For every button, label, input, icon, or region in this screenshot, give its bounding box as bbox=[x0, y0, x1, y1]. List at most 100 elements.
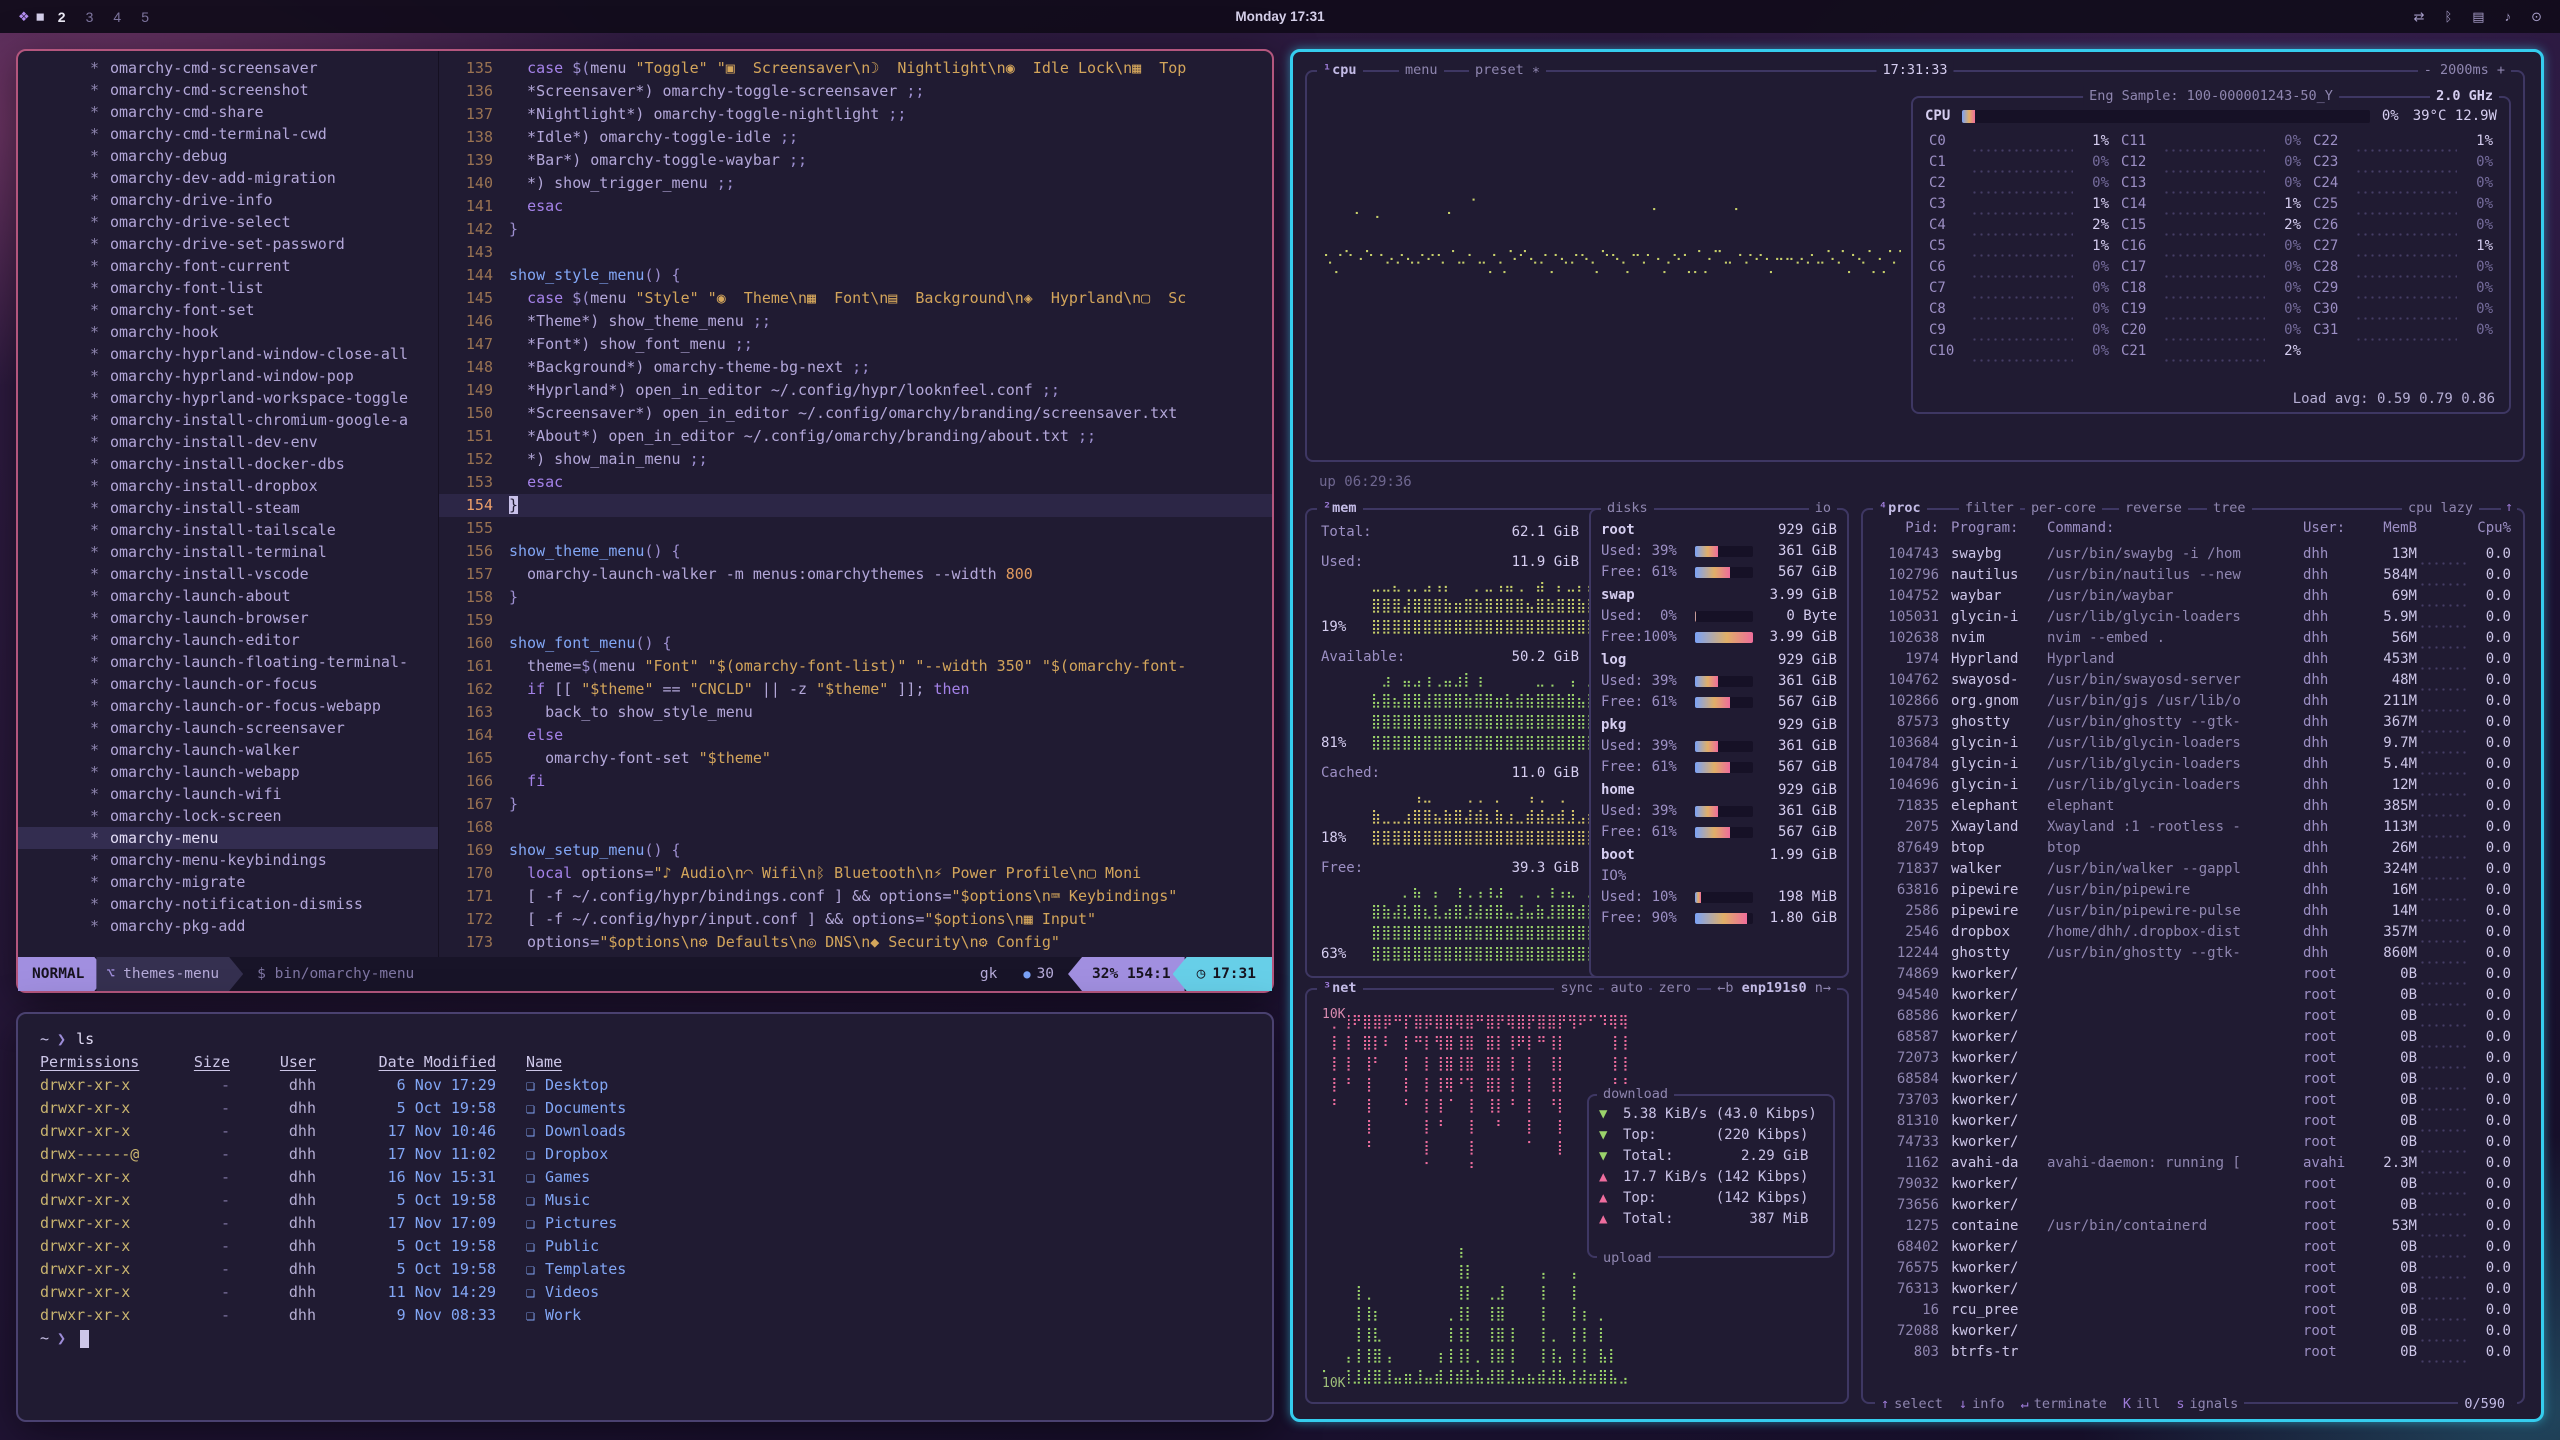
process-row[interactable]: 87649btopbtopdhh26M0.0 bbox=[1875, 838, 2511, 859]
file-row[interactable]: *omarchy-hyprland-window-close-all bbox=[18, 343, 438, 365]
process-row[interactable]: 72073kworker/root0B0.0 bbox=[1875, 1048, 2511, 1069]
file-row[interactable]: *omarchy-font-current bbox=[18, 255, 438, 277]
process-row[interactable]: 79032kworker/root0B0.0 bbox=[1875, 1174, 2511, 1195]
code-line[interactable]: 155 bbox=[439, 517, 1272, 540]
process-row[interactable]: 73703kworker/root0B0.0 bbox=[1875, 1090, 2511, 1111]
file-row[interactable]: *omarchy-menu bbox=[18, 827, 438, 849]
net-sync-toggle[interactable]: sync bbox=[1554, 978, 1599, 998]
code-line[interactable]: 146 *Theme*) show_theme_menu ;; bbox=[439, 310, 1272, 333]
file-row[interactable]: *omarchy-install-dev-env bbox=[18, 431, 438, 453]
file-row[interactable]: *omarchy-cmd-screensaver bbox=[18, 57, 438, 79]
process-row[interactable]: 105031glycin-i/usr/lib/glycin-loadersdhh… bbox=[1875, 607, 2511, 628]
code-line[interactable]: 170 local options="♪ Audio\n◠ Wifi\nᛒ Bl… bbox=[439, 862, 1272, 885]
file-row[interactable]: *omarchy-pkg-add bbox=[18, 915, 438, 937]
legend-item[interactable]: signals bbox=[2176, 1394, 2238, 1414]
file-row[interactable]: *omarchy-launch-wifi bbox=[18, 783, 438, 805]
file-row[interactable]: *omarchy-install-steam bbox=[18, 497, 438, 519]
process-row[interactable]: 76575kworker/root0B0.0 bbox=[1875, 1258, 2511, 1279]
code-line[interactable]: 158} bbox=[439, 586, 1272, 609]
file-row[interactable]: *omarchy-install-chromium-google-a bbox=[18, 409, 438, 431]
process-row[interactable]: 1974HyprlandHyprlanddhh453M0.0 bbox=[1875, 649, 2511, 670]
process-row[interactable]: 68586kworker/root0B0.0 bbox=[1875, 1006, 2511, 1027]
code-line[interactable]: 161 theme=$(menu "Font" "$(omarchy-font-… bbox=[439, 655, 1272, 678]
file-row[interactable]: *omarchy-launch-webapp bbox=[18, 761, 438, 783]
code-line[interactable]: 149 *Hyprland*) open_in_editor ~/.config… bbox=[439, 379, 1272, 402]
process-row[interactable]: 73656kworker/root0B0.0 bbox=[1875, 1195, 2511, 1216]
file-row[interactable]: *omarchy-hyprland-workspace-toggle bbox=[18, 387, 438, 409]
code-line[interactable]: 136 *Screensaver*) omarchy-toggle-screen… bbox=[439, 80, 1272, 103]
process-row[interactable]: 68587kworker/root0B0.0 bbox=[1875, 1027, 2511, 1048]
process-row[interactable]: 103684glycin-i/usr/lib/glycin-loadersdhh… bbox=[1875, 733, 2511, 754]
code-line[interactable]: 144show_style_menu() { bbox=[439, 264, 1272, 287]
tray-icon[interactable]: ᛒ bbox=[2444, 9, 2452, 25]
header-user[interactable]: User: bbox=[2303, 518, 2367, 539]
file-row[interactable]: *omarchy-drive-set-password bbox=[18, 233, 438, 255]
code-line[interactable]: 152 *) show_main_menu ;; bbox=[439, 448, 1272, 471]
code-line[interactable]: 137 *Nightlight*) omarchy-toggle-nightli… bbox=[439, 103, 1272, 126]
prompt-line-active[interactable]: ~❯ bbox=[40, 1327, 1250, 1350]
code-line[interactable]: 153 esac bbox=[439, 471, 1272, 494]
code-line[interactable]: 138 *Idle*) omarchy-toggle-idle ;; bbox=[439, 126, 1272, 149]
process-row[interactable]: 1275containe/usr/bin/containerdroot53M0.… bbox=[1875, 1216, 2511, 1237]
workspace-button[interactable]: 4 bbox=[106, 9, 128, 25]
net-interface-switcher[interactable]: ←b enp191s0 n→ bbox=[1711, 978, 1837, 998]
file-row[interactable]: *omarchy-cmd-terminal-cwd bbox=[18, 123, 438, 145]
file-row[interactable]: *omarchy-install-terminal bbox=[18, 541, 438, 563]
tray-icon[interactable]: ▤ bbox=[2472, 9, 2484, 25]
process-row[interactable]: 104743swaybg/usr/bin/swaybg -i /homdhh13… bbox=[1875, 544, 2511, 565]
process-row[interactable]: 63816pipewire/usr/bin/pipewiredhh16M0.0 bbox=[1875, 880, 2511, 901]
code-line[interactable]: 139 *Bar*) omarchy-toggle-waybar ;; bbox=[439, 149, 1272, 172]
code-line[interactable]: 141 esac bbox=[439, 195, 1272, 218]
header-command[interactable]: Command: bbox=[2043, 518, 2303, 539]
process-row[interactable]: 2075XwaylandXwayland :1 -rootless -dhh11… bbox=[1875, 817, 2511, 838]
workspace-1-icon[interactable]: ◼ bbox=[36, 10, 45, 23]
header-program[interactable]: Program: bbox=[1939, 518, 2043, 539]
legend-item[interactable]: ↵terminate bbox=[2021, 1394, 2107, 1414]
reverse-toggle[interactable]: reverse bbox=[2119, 498, 2188, 518]
tree-toggle[interactable]: tree bbox=[2207, 498, 2252, 518]
process-row[interactable]: 76313kworker/root0B0.0 bbox=[1875, 1279, 2511, 1300]
code-line[interactable]: 135 case $(menu "Toggle" "▣ Screensaver\… bbox=[439, 57, 1272, 80]
code-line[interactable]: 163 back_to show_style_menu bbox=[439, 701, 1272, 724]
code-line[interactable]: 150 *Screensaver*) open_in_editor ~/.con… bbox=[439, 402, 1272, 425]
workspace-button[interactable]: 2 bbox=[51, 9, 73, 25]
code-line[interactable]: 173 options="$options\n⚙ Defaults\n◎ DNS… bbox=[439, 931, 1272, 954]
process-row[interactable]: 104784glycin-i/usr/lib/glycin-loadersdhh… bbox=[1875, 754, 2511, 775]
code-line[interactable]: 143 bbox=[439, 241, 1272, 264]
code-line[interactable]: 154} bbox=[439, 494, 1272, 517]
file-row[interactable]: *omarchy-drive-info bbox=[18, 189, 438, 211]
code-line[interactable]: 168 bbox=[439, 816, 1272, 839]
scroll-up-arrow[interactable]: ↑ bbox=[2501, 498, 2517, 518]
process-row[interactable]: 102796nautilus/usr/bin/nautilus --newdhh… bbox=[1875, 565, 2511, 586]
file-row[interactable]: *omarchy-cmd-screenshot bbox=[18, 79, 438, 101]
net-auto-toggle[interactable]: auto bbox=[1604, 978, 1649, 998]
header-mem[interactable]: MemB bbox=[2367, 518, 2417, 539]
process-row[interactable]: 74869kworker/root0B0.0 bbox=[1875, 964, 2511, 985]
terminal-body[interactable]: ~❯ls Permissions Size User Date Modified… bbox=[18, 1014, 1272, 1392]
process-row[interactable]: 74733kworker/root0B0.0 bbox=[1875, 1132, 2511, 1153]
file-row[interactable]: *omarchy-notification-dismiss bbox=[18, 893, 438, 915]
code-line[interactable]: 171 [ -f ~/.config/hypr/bindings.conf ] … bbox=[439, 885, 1272, 908]
process-row[interactable]: 104762swayosd-/usr/bin/swayosd-serverdhh… bbox=[1875, 670, 2511, 691]
file-row[interactable]: *omarchy-hyprland-window-pop bbox=[18, 365, 438, 387]
header-pid[interactable]: Pid: bbox=[1875, 518, 1939, 539]
file-row[interactable]: *omarchy-dev-add-migration bbox=[18, 167, 438, 189]
header-cpu[interactable]: Cpu% bbox=[2469, 518, 2511, 539]
file-row[interactable]: *omarchy-install-dropbox bbox=[18, 475, 438, 497]
code-line[interactable]: 166 fi bbox=[439, 770, 1272, 793]
file-row[interactable]: *omarchy-menu-keybindings bbox=[18, 849, 438, 871]
preset-button[interactable]: preset ∗ bbox=[1469, 60, 1546, 80]
legend-item[interactable]: ↓info bbox=[1959, 1394, 2005, 1414]
process-row[interactable]: 68584kworker/root0B0.0 bbox=[1875, 1069, 2511, 1090]
tray-icon[interactable]: ♪ bbox=[2505, 9, 2512, 25]
process-row[interactable]: 102638nvimnvim --embed .dhh56M0.0 bbox=[1875, 628, 2511, 649]
file-row[interactable]: *omarchy-drive-select bbox=[18, 211, 438, 233]
io-toggle[interactable]: io bbox=[1809, 498, 1837, 518]
file-row[interactable]: *omarchy-launch-browser bbox=[18, 607, 438, 629]
file-row[interactable]: *omarchy-hook bbox=[18, 321, 438, 343]
code-line[interactable]: 164 else bbox=[439, 724, 1272, 747]
process-row[interactable]: 2546dropbox/home/dhh/.dropbox-distdhh357… bbox=[1875, 922, 2511, 943]
file-row[interactable]: *omarchy-cmd-share bbox=[18, 101, 438, 123]
code-line[interactable]: 140 *) show_trigger_menu ;; bbox=[439, 172, 1272, 195]
filter-button[interactable]: filter bbox=[1959, 498, 2020, 518]
